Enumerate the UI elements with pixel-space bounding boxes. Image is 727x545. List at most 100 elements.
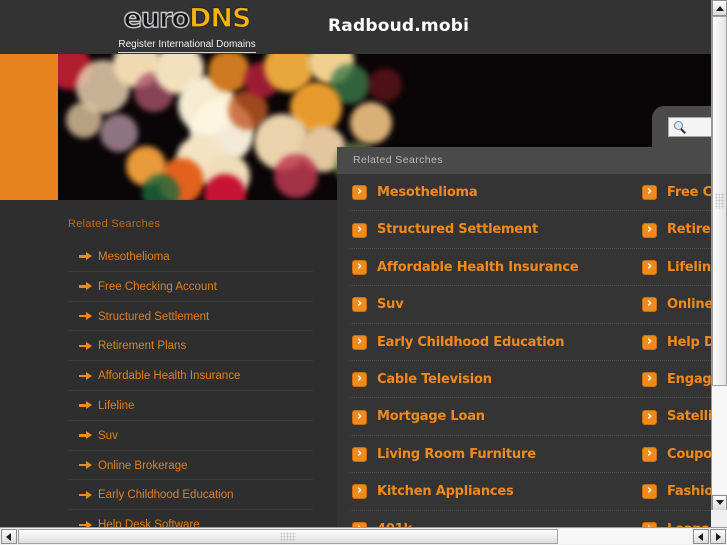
related-searches-overlay: Related Searches Mesothelioma Structured … (337, 147, 711, 527)
chevron-left-icon (698, 532, 703, 541)
arrow-right-icon (79, 371, 92, 380)
overlay-item-label: Retirement Plans (667, 222, 711, 238)
logo-wordmark: euroDNS (112, 3, 262, 34)
overlay-list-item[interactable]: Online Brokerage (640, 286, 711, 324)
vertical-scroll-thumb[interactable] (712, 16, 727, 386)
scroll-left-button-secondary[interactable] (693, 529, 709, 544)
arrow-right-icon (79, 252, 92, 261)
horizontal-scroll-track[interactable] (18, 529, 691, 544)
overlay-item-label: Fashion (667, 484, 711, 500)
overlay-list-item[interactable]: Retirement Plans (640, 211, 711, 249)
overlay-list-item[interactable]: Loans (640, 511, 711, 527)
sidebar-item[interactable]: Mesothelioma (68, 242, 313, 272)
overlay-item-label: Early Childhood Education (377, 334, 565, 350)
sidebar-item-label: Mesothelioma (98, 251, 170, 263)
overlay-topbar: Related Searches (337, 147, 711, 174)
sidebar-item-label: Help Desk Software (98, 519, 200, 527)
sidebar-item[interactable]: Affordable Health Insurance (68, 361, 313, 391)
chevron-up-icon (715, 6, 724, 11)
horizontal-scrollbar[interactable] (0, 527, 727, 545)
sidebar-item-label: Structured Settlement (98, 310, 210, 323)
overlay-item-label: Satellite TV (667, 409, 711, 425)
search-input-wrapper[interactable] (668, 117, 711, 137)
overlay-item-label: Affordable Health Insurance (377, 259, 579, 275)
overlay-list-item[interactable]: Suv (350, 286, 653, 324)
sidebar-item[interactable]: Lifeline (68, 391, 313, 421)
overlay-item-label: Mesothelioma (377, 185, 478, 200)
sidebar-item[interactable]: Suv (68, 421, 313, 451)
sidebar-item-label: Early Childhood Education (98, 489, 234, 502)
scroll-grip-icon (714, 193, 725, 209)
overlay-list-item[interactable]: Free Checking Account (640, 174, 711, 212)
eurodns-logo[interactable]: euroDNS Register International Domains (112, 3, 262, 53)
page-title: Radboud.mobi (328, 16, 470, 36)
logo-tagline: Register International Domains (118, 39, 256, 53)
scroll-right-button[interactable] (710, 529, 726, 544)
scroll-left-button[interactable] (1, 529, 17, 544)
overlay-list-item[interactable]: Affordable Health Insurance (350, 249, 653, 287)
overlay-left-column: Mesothelioma Structured Settlement Afforda… (350, 174, 653, 527)
sidebar-item[interactable]: Help Desk Software (68, 510, 313, 527)
chevron-right-icon (353, 333, 366, 350)
overlay-item-label: Lifeline (667, 259, 711, 275)
chevron-right-icon (353, 370, 366, 387)
overlay-item-label: Coupons (667, 446, 711, 462)
logo-word-dns: DNS (188, 3, 252, 34)
overlay-item-label: Help Desk Software (667, 334, 711, 350)
chevron-right-icon (643, 408, 656, 425)
search-icon (674, 121, 687, 134)
overlay-list-item[interactable]: Fashion (640, 473, 711, 511)
overlay-list-item[interactable]: Lifeline (640, 249, 711, 287)
overlay-item-label: Online Brokerage (667, 297, 711, 313)
scroll-down-button[interactable] (712, 495, 727, 511)
chevron-right-icon (643, 258, 656, 275)
arrow-right-icon (79, 401, 92, 410)
overlay-item-label: Living Room Furniture (377, 446, 536, 462)
overlay-item-label: Suv (377, 297, 404, 313)
overlay-item-label: Mortgage Loan (377, 409, 485, 425)
scroll-grip-icon (280, 531, 296, 542)
chevron-left-icon (6, 532, 11, 541)
overlay-list-item[interactable]: Help Desk Software (640, 324, 711, 361)
chevron-down-icon (715, 500, 724, 505)
sidebar-item-label: Online Brokerage (98, 459, 188, 472)
overlay-list-item[interactable]: Kitchen Appliances (350, 473, 653, 511)
overlay-list-item[interactable]: Cable Television (350, 361, 653, 399)
sidebar-item-label: Retirement Plans (98, 340, 187, 353)
overlay-list-item[interactable]: 401k (350, 511, 653, 527)
sidebar-item[interactable]: Retirement Plans (68, 331, 313, 362)
overlay-list-item[interactable]: Engagement Rings (640, 361, 711, 399)
overlay-item-label: Kitchen Appliances (377, 484, 514, 500)
overlay-right-column: Free Checking Account Retirement Plans Lif… (640, 174, 711, 527)
arrow-right-icon (79, 282, 92, 291)
sidebar-item[interactable]: Structured Settlement (68, 302, 313, 332)
overlay-list-item[interactable]: Coupons (640, 436, 711, 474)
sidebar-related-searches: Related Searches Mesothelioma Free Checki… (68, 218, 313, 527)
sidebar-item[interactable]: Early Childhood Education (68, 480, 313, 511)
vertical-scroll-track[interactable] (712, 16, 727, 494)
banner-orange-block (0, 54, 58, 200)
sidebar-item[interactable]: Free Checking Account (68, 272, 313, 302)
vertical-scrollbar[interactable] (711, 0, 727, 527)
arrow-right-icon (79, 341, 92, 350)
scroll-up-button[interactable] (712, 0, 727, 16)
chevron-right-icon (353, 258, 366, 275)
overlay-list-item[interactable]: Satellite TV (640, 398, 711, 436)
overlay-list-item[interactable]: Living Room Furniture (350, 436, 653, 474)
sidebar-item[interactable]: Online Brokerage (68, 451, 313, 481)
overlay-list-item[interactable]: Early Childhood Education (350, 324, 653, 361)
chevron-right-icon (643, 295, 656, 312)
overlay-heading: Related Searches (353, 154, 443, 166)
overlay-list-item[interactable]: Structured Settlement (350, 211, 653, 249)
chevron-right-icon (353, 482, 366, 499)
arrow-right-icon (79, 460, 92, 469)
overlay-body: Mesothelioma Structured Settlement Afforda… (337, 174, 711, 527)
scrollbar-corner (711, 510, 727, 527)
overlay-list-item[interactable]: Mortgage Loan (350, 398, 653, 436)
chevron-right-icon (643, 333, 656, 350)
chevron-right-icon (353, 183, 366, 200)
sidebar-item-label: Affordable Health Insurance (98, 370, 241, 383)
sidebar-heading: Related Searches (68, 218, 161, 230)
horizontal-scroll-thumb[interactable] (18, 529, 558, 544)
overlay-list-item[interactable]: Mesothelioma (350, 174, 653, 212)
